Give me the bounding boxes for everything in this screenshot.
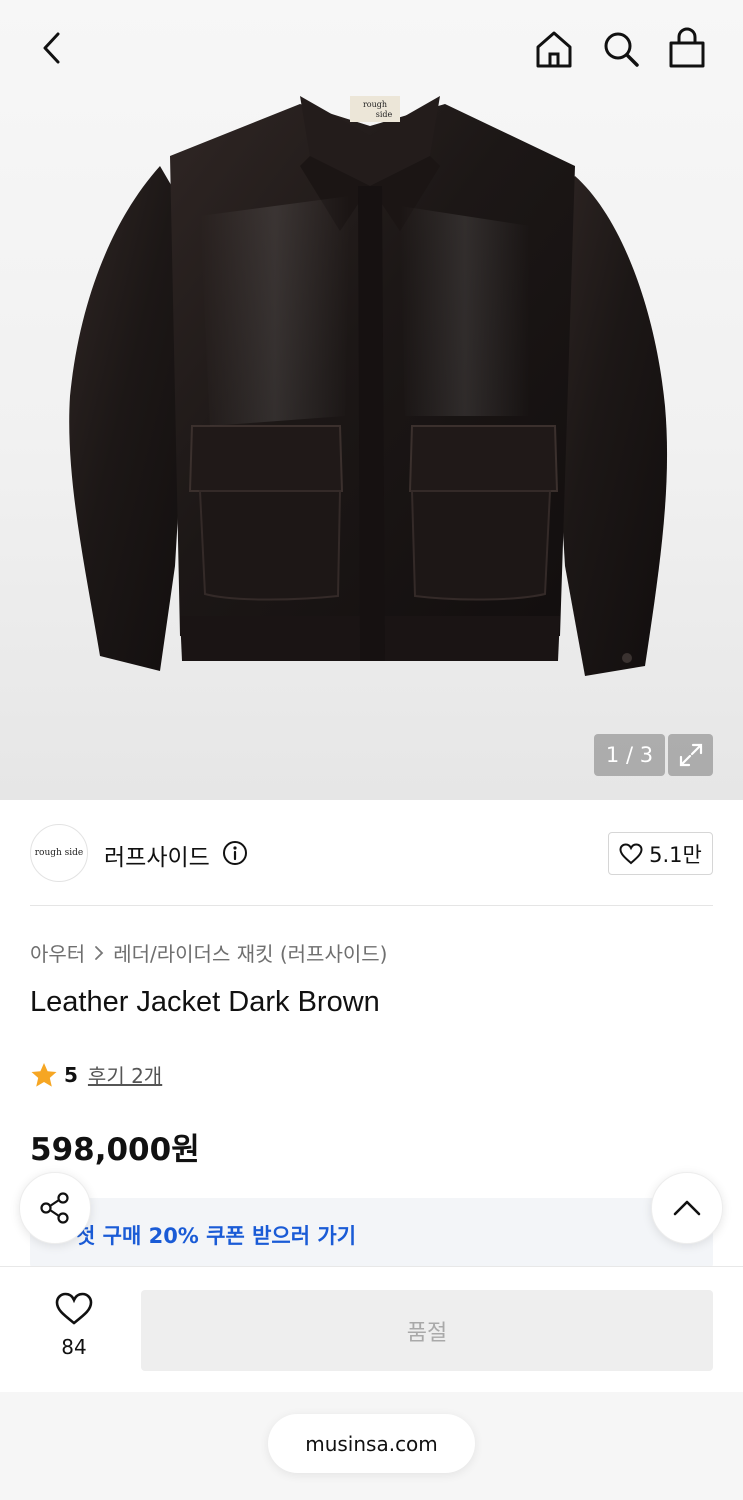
divider bbox=[30, 905, 713, 906]
product-gallery[interactable]: rough side 1 / 3 bbox=[0, 0, 743, 800]
product-image: rough side bbox=[69, 96, 668, 676]
brand-logo-text: rough side bbox=[34, 848, 84, 858]
scroll-top-button[interactable] bbox=[651, 1172, 723, 1244]
search-button[interactable] bbox=[598, 26, 644, 72]
photo-label-line1: rough bbox=[363, 100, 387, 109]
shopping-bag-button[interactable] bbox=[664, 24, 710, 72]
brand-logo[interactable]: rough side bbox=[30, 824, 88, 882]
photo-label-line2: side bbox=[376, 110, 393, 119]
browser-url-bar[interactable]: musinsa.com bbox=[268, 1414, 475, 1473]
breadcrumb: 아우터 레더/라이더스 재킷 (러프사이드) bbox=[30, 938, 387, 967]
brand-like-button[interactable]: 5.1만 bbox=[608, 832, 713, 875]
breadcrumb-subcategory[interactable]: 레더/라이더스 재킷 (러프사이드) bbox=[113, 938, 387, 967]
heart-icon bbox=[55, 1292, 93, 1325]
rating-score: 5 bbox=[64, 1062, 78, 1087]
star-icon bbox=[31, 1062, 57, 1087]
share-icon bbox=[40, 1192, 69, 1224]
home-button[interactable] bbox=[530, 26, 578, 72]
expand-image-button[interactable] bbox=[668, 734, 713, 776]
image-counter: 1 / 3 bbox=[594, 734, 665, 776]
search-icon bbox=[604, 32, 639, 67]
sold-out-button[interactable]: 품절 bbox=[141, 1290, 713, 1371]
chevron-up-icon bbox=[673, 1200, 701, 1216]
browser-bottom-area: musinsa.com bbox=[0, 1392, 743, 1500]
shopping-bag-icon bbox=[669, 27, 705, 68]
wishlist-count: 84 bbox=[61, 1335, 87, 1359]
top-navigation bbox=[0, 0, 743, 96]
product-title: Leather Jacket Dark Brown bbox=[30, 986, 380, 1018]
back-button[interactable] bbox=[30, 28, 74, 68]
wishlist-button[interactable]: 84 bbox=[44, 1289, 104, 1365]
info-icon[interactable] bbox=[222, 840, 248, 866]
brand-row: rough side 러프사이드 5.1만 bbox=[30, 824, 713, 884]
chevron-right-icon bbox=[95, 945, 104, 960]
review-link[interactable]: 후기 2개 bbox=[88, 1060, 162, 1089]
brand-like-count: 5.1만 bbox=[649, 842, 702, 867]
expand-icon bbox=[679, 743, 702, 767]
breadcrumb-category[interactable]: 아우터 bbox=[30, 938, 85, 967]
share-button[interactable] bbox=[19, 1172, 91, 1244]
brand-name[interactable]: 러프사이드 bbox=[104, 838, 210, 872]
coupon-banner[interactable]: 첫 구매 20% 쿠폰 받으러 가기 bbox=[30, 1198, 713, 1268]
heart-icon bbox=[619, 842, 643, 864]
product-page: rough side 1 / 3 rough side 러프사이드 5.1만 아… bbox=[0, 0, 743, 1500]
product-price: 598,000원 bbox=[30, 1132, 200, 1168]
product-rating: 5 후기 2개 bbox=[30, 1060, 162, 1089]
chevron-left-icon bbox=[43, 32, 60, 64]
bottom-action-bar: 84 품절 bbox=[0, 1266, 743, 1392]
coupon-text: 첫 구매 20% 쿠폰 받으러 가기 bbox=[76, 1224, 357, 1248]
home-icon bbox=[536, 31, 572, 68]
